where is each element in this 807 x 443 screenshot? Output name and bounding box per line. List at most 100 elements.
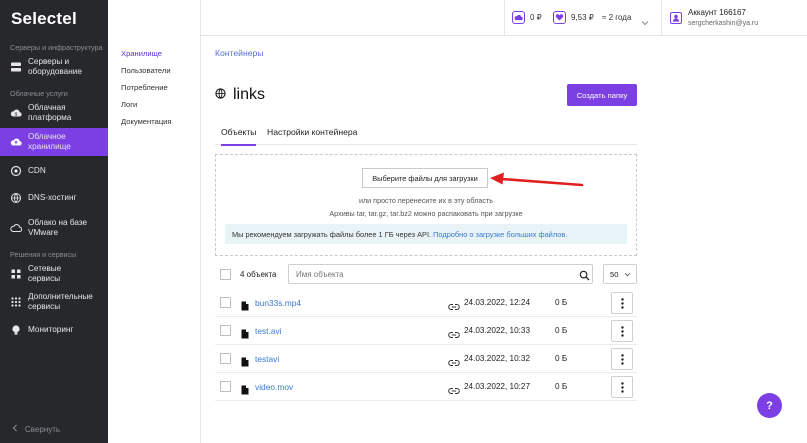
sidebar-item-vmware[interactable]: Облако на базе VMware — [0, 216, 108, 240]
page-title: links — [215, 86, 265, 104]
collapse-sidebar-button[interactable]: Свернуть — [12, 424, 60, 434]
cloud-platform-icon: $ — [10, 107, 22, 119]
link-icon[interactable] — [448, 298, 460, 316]
sidebar-item-label: Облачное хранилище — [28, 132, 71, 151]
archive-hint: Архивы tar, tar.gz, tar.bz2 можно распак… — [329, 209, 523, 218]
chevron-down-icon — [624, 270, 631, 279]
large-files-link[interactable]: Подробно о загрузке больших файлов. — [433, 230, 567, 239]
row-checkbox[interactable] — [220, 353, 231, 364]
balance-main[interactable]: 9,53 ₽ — [571, 13, 594, 22]
account-icon[interactable] — [670, 11, 682, 29]
subnav-item-users[interactable]: Пользователи — [121, 66, 171, 75]
more-actions-icon[interactable] — [611, 292, 633, 314]
table-row[interactable]: video.mov 24.03.2022, 10:27 0 Б — [215, 373, 637, 401]
file-size: 0 Б — [555, 298, 568, 307]
link-icon[interactable] — [448, 326, 460, 344]
search-icon[interactable] — [579, 268, 590, 286]
cdn-icon — [10, 165, 22, 177]
file-date: 24.03.2022, 10:33 — [464, 326, 531, 335]
file-icon — [241, 382, 249, 400]
subnav-item-usage[interactable]: Потребление — [121, 83, 168, 92]
sidebar-item-label: Мониторинг — [28, 325, 74, 334]
file-name[interactable]: testavi — [255, 354, 279, 364]
tabs-bar: Объекты Настройки контейнера — [215, 121, 637, 146]
create-folder-button[interactable]: Создать папку — [567, 84, 637, 106]
file-date: 24.03.2022, 10:32 — [464, 354, 531, 363]
section-title-cloud: Облачные услуги — [10, 89, 68, 98]
link-icon[interactable] — [448, 382, 460, 400]
tab-container-settings[interactable]: Настройки контейнера — [267, 127, 357, 137]
divider — [504, 0, 505, 36]
brand-logo[interactable]: Selectel — [11, 9, 77, 29]
file-name[interactable]: bun33s.mp4 — [255, 298, 301, 308]
globe-icon — [215, 86, 226, 104]
info-text: Мы рекомендуем загружать файлы более 1 Г… — [232, 230, 432, 239]
row-checkbox[interactable] — [220, 381, 231, 392]
tab-objects[interactable]: Объекты — [221, 127, 257, 146]
choose-files-button[interactable]: Выберите файлы для загрузки — [362, 168, 488, 188]
subnav-item-logs[interactable]: Логи — [121, 100, 137, 109]
file-name[interactable]: test.avi — [255, 326, 282, 336]
file-icon — [241, 326, 249, 344]
more-actions-icon[interactable] — [611, 376, 633, 398]
file-date: 24.03.2022, 10:27 — [464, 382, 531, 391]
search-input[interactable] — [288, 264, 593, 284]
grid-icon — [10, 296, 22, 308]
dns-icon — [10, 192, 22, 204]
sidebar-item-dns[interactable]: DNS-хостинг — [0, 190, 108, 206]
storage-subnav: Хранилище Пользователи Потребление Логи … — [108, 0, 201, 443]
sidebar-item-label: Сетевые сервисы — [28, 264, 62, 283]
network-icon — [10, 268, 22, 280]
more-actions-icon[interactable] — [611, 348, 633, 370]
sidebar-item-cloud-platform[interactable]: $ Облачная платформа — [0, 101, 108, 125]
page-size-select[interactable]: 50 — [603, 264, 637, 284]
file-size: 0 Б — [555, 382, 568, 391]
sidebar-item-label: DNS-хостинг — [28, 193, 77, 202]
file-size: 0 Б — [555, 354, 568, 363]
link-icon[interactable] — [448, 354, 460, 372]
file-name[interactable]: video.mov — [255, 382, 293, 392]
table-row[interactable]: testavi 24.03.2022, 10:32 0 Б — [215, 345, 637, 373]
sidebar-item-label: Дополнительные сервисы — [28, 292, 93, 311]
sidebar-item-servers[interactable]: Серверы и оборудование — [0, 56, 108, 78]
chevron-left-icon — [12, 424, 18, 434]
large-files-info: Мы рекомендуем загружать файлы более 1 Г… — [225, 224, 627, 244]
divider — [661, 0, 662, 36]
table-row[interactable]: test.avi 24.03.2022, 10:33 0 Б — [215, 317, 637, 345]
file-icon — [241, 354, 249, 372]
page-size-value: 50 — [610, 269, 619, 279]
sidebar-item-cdn[interactable]: CDN — [0, 163, 108, 179]
section-title-infra: Серверы и инфраструктура — [10, 43, 103, 52]
sidebar-item-monitoring[interactable]: Мониторинг — [0, 322, 108, 338]
account-name[interactable]: Аккаунт 166167 — [688, 8, 746, 17]
more-actions-icon[interactable] — [611, 320, 633, 342]
cloud-balance-icon[interactable] — [512, 11, 525, 24]
file-icon — [241, 298, 249, 316]
breadcrumb[interactable]: Контейнеры — [215, 48, 263, 58]
help-button[interactable]: ? — [757, 393, 782, 418]
account-email: sergcherkashin@ya.ru — [688, 20, 759, 27]
sidebar-item-label: CDN — [28, 166, 46, 175]
object-count: 4 объекта — [240, 270, 277, 279]
balance-forecast: ≈ 2 года — [602, 13, 632, 22]
sidebar-item-network[interactable]: Сетевые сервисы — [0, 262, 108, 286]
file-size: 0 Б — [555, 326, 568, 335]
balance-storage[interactable]: 0 ₽ — [530, 13, 542, 22]
row-checkbox[interactable] — [220, 297, 231, 308]
select-all-checkbox[interactable] — [220, 269, 231, 280]
subnav-item-storage[interactable]: Хранилище — [121, 49, 162, 58]
annotation-arrow — [490, 172, 584, 187]
sidebar-item-label: Облако на базе VMware — [28, 218, 88, 237]
chevron-down-icon[interactable] — [641, 13, 649, 31]
sidebar-item-label: Облачная платформа — [28, 103, 72, 122]
row-checkbox[interactable] — [220, 325, 231, 336]
table-row[interactable]: bun33s.mp4 24.03.2022, 12:24 0 Б — [215, 289, 637, 317]
heart-balance-icon[interactable] — [553, 11, 566, 24]
sidebar-item-label: Серверы и оборудование — [28, 57, 82, 76]
bulb-icon — [10, 324, 22, 336]
sidebar-item-cloud-storage[interactable]: Облачное хранилище — [0, 128, 108, 156]
server-icon — [10, 61, 22, 73]
main-sidebar: Selectel Серверы и инфраструктура Сервер… — [0, 0, 108, 443]
subnav-item-docs[interactable]: Документация — [121, 117, 172, 126]
sidebar-item-extra-services[interactable]: Дополнительные сервисы — [0, 290, 108, 314]
